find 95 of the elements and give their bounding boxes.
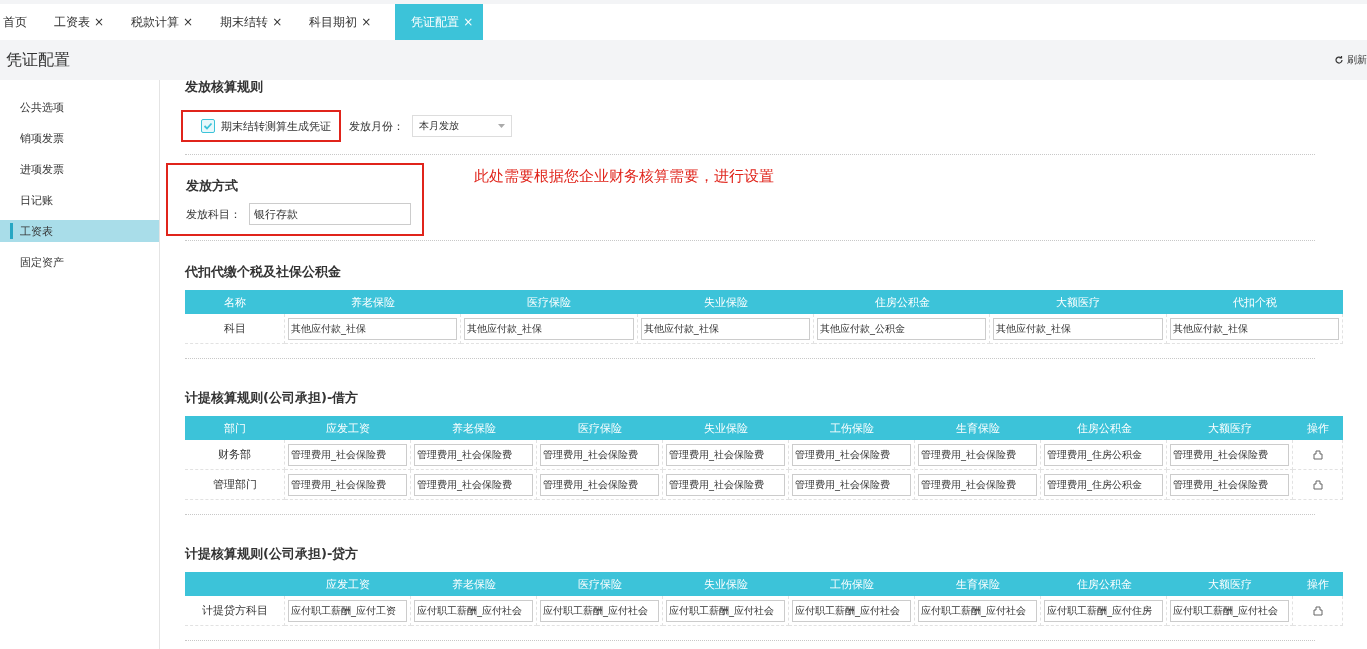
column-header: 生育保险 <box>915 572 1041 596</box>
account-input[interactable]: 应付职工薪酬_应付住房 <box>1044 599 1163 622</box>
column-header: 应发工资 <box>285 416 411 440</box>
account-input[interactable]: 管理费用_社会保险费 <box>288 443 407 466</box>
action-icon[interactable] <box>1312 479 1323 490</box>
column-header: 生育保险 <box>915 416 1041 440</box>
account-input[interactable]: 应付职工薪酬_应付工资 <box>288 599 407 622</box>
tab[interactable]: 期末结转 × <box>217 4 293 40</box>
account-input[interactable]: 应付职工薪酬_应付社会 <box>792 599 911 622</box>
account-input[interactable]: 管理费用_社会保险费 <box>1170 473 1289 496</box>
column-header: 名称 <box>185 290 285 314</box>
tab[interactable]: 税款计算 × <box>128 4 204 40</box>
close-icon[interactable]: × <box>94 15 105 29</box>
column-header: 住房公积金 <box>1041 416 1167 440</box>
account-input[interactable]: 管理费用_社会保险费 <box>414 443 533 466</box>
close-icon[interactable]: × <box>361 15 372 29</box>
account-input[interactable]: 管理费用_社会保险费 <box>540 473 659 496</box>
month-select[interactable]: 本月发放 <box>412 115 512 137</box>
column-header: 大额医疗 <box>990 290 1167 314</box>
refresh-icon <box>1334 55 1344 65</box>
account-input[interactable]: 管理费用_社会保险费 <box>918 443 1037 466</box>
account-input[interactable]: 管理费用_社会保险费 <box>540 443 659 466</box>
tab[interactable]: 科目期初 × <box>306 4 382 40</box>
column-header: 养老保险 <box>411 572 537 596</box>
row-label: 计提贷方科目 <box>201 603 268 618</box>
column-header: 住房公积金 <box>1041 572 1167 596</box>
section-title: 计提核算规则(公司承担)-贷方 <box>185 545 360 563</box>
section-title: 发放核算规则 <box>185 78 264 96</box>
column-header: 养老保险 <box>285 290 462 314</box>
account-field[interactable]: 银行存款 <box>249 203 411 225</box>
close-icon[interactable]: × <box>272 15 283 29</box>
page-title: 凭证配置 <box>6 49 70 71</box>
section-title: 发放方式 <box>186 177 239 195</box>
row-label: 管理部门 <box>212 477 257 492</box>
action-icon[interactable] <box>1312 449 1323 460</box>
action-icon[interactable] <box>1312 605 1323 616</box>
tab[interactable]: 工资表 × <box>51 4 115 40</box>
checkbox-label: 期末结转测算生成凭证 <box>221 118 331 134</box>
annotation-note: 此处需要根据您企业财务核算需要，进行设置 <box>474 167 774 186</box>
column-header: 医疗保险 <box>537 416 663 440</box>
account-input[interactable]: 其他应付款_社保 <box>640 317 810 340</box>
account-input[interactable]: 其他应付款_社保 <box>288 317 458 340</box>
sidebar-item[interactable]: 销项发票 <box>0 127 159 149</box>
column-header: 大额医疗 <box>1167 572 1293 596</box>
column-header: 操作 <box>1293 572 1343 596</box>
sidebar-item[interactable]: 进项发票 <box>0 158 159 180</box>
column-header: 应发工资 <box>285 572 411 596</box>
account-input[interactable]: 管理费用_住房公积金 <box>1044 473 1163 496</box>
column-header: 失业保险 <box>637 290 814 314</box>
account-input[interactable]: 应付职工薪酬_应付社会 <box>666 599 785 622</box>
refresh-button[interactable]: 刷新 <box>1334 53 1367 67</box>
tab[interactable]: 首页 <box>0 4 37 40</box>
account-input[interactable]: 应付职工薪酬_应付社会 <box>1170 599 1289 622</box>
account-input[interactable]: 管理费用_社会保险费 <box>1170 443 1289 466</box>
column-header: 工伤保险 <box>789 572 915 596</box>
row-label: 科目 <box>223 321 246 336</box>
column-header: 养老保险 <box>411 416 537 440</box>
account-input[interactable]: 管理费用_社会保险费 <box>918 473 1037 496</box>
account-input[interactable]: 其他应付款_公积金 <box>817 317 987 340</box>
field-label: 发放月份： <box>349 118 404 134</box>
account-input[interactable]: 管理费用_社会保险费 <box>414 473 533 496</box>
column-header: 部门 <box>185 416 285 440</box>
row-label: 财务部 <box>218 447 251 462</box>
column-header: 代扣个税 <box>1166 290 1343 314</box>
column-header: 工伤保险 <box>789 416 915 440</box>
section-title: 计提核算规则(公司承担)-借方 <box>185 389 360 407</box>
close-icon[interactable]: × <box>183 15 194 29</box>
account-input[interactable]: 其他应付款_社保 <box>1169 317 1339 340</box>
sidebar-item[interactable]: 固定资产 <box>0 251 159 273</box>
account-input[interactable]: 应付职工薪酬_应付社会 <box>414 599 533 622</box>
column-header: 住房公积金 <box>814 290 991 314</box>
column-header: 医疗保险 <box>537 572 663 596</box>
caret-icon <box>498 124 505 128</box>
column-header: 医疗保险 <box>461 290 638 314</box>
sidebar-item[interactable]: 日记账 <box>0 189 159 211</box>
account-input[interactable]: 管理费用_社会保险费 <box>792 443 911 466</box>
column-header: 操作 <box>1293 416 1343 440</box>
account-input[interactable]: 管理费用_社会保险费 <box>666 473 785 496</box>
account-input[interactable]: 管理费用_社会保险费 <box>666 443 785 466</box>
checkbox[interactable] <box>201 119 215 133</box>
section-title: 代扣代缴个税及社保公积金 <box>185 263 342 281</box>
column-header: 失业保险 <box>663 416 789 440</box>
field-label: 发放科目： <box>186 206 241 222</box>
column-header: 失业保险 <box>663 572 789 596</box>
account-input[interactable]: 应付职工薪酬_应付社会 <box>540 599 659 622</box>
check-icon <box>203 121 213 131</box>
account-input[interactable]: 其他应付款_社保 <box>464 317 634 340</box>
account-input[interactable]: 管理费用_社会保险费 <box>288 473 407 496</box>
account-input[interactable]: 管理费用_住房公积金 <box>1044 443 1163 466</box>
sidebar-item[interactable]: 公共选项 <box>0 96 159 118</box>
sidebar-item[interactable]: 工资表 <box>0 220 159 242</box>
column-header: 大额医疗 <box>1167 416 1293 440</box>
account-input[interactable]: 其他应付款_社保 <box>993 317 1163 340</box>
account-input[interactable]: 应付职工薪酬_应付社会 <box>918 599 1037 622</box>
account-input[interactable]: 管理费用_社会保险费 <box>792 473 911 496</box>
